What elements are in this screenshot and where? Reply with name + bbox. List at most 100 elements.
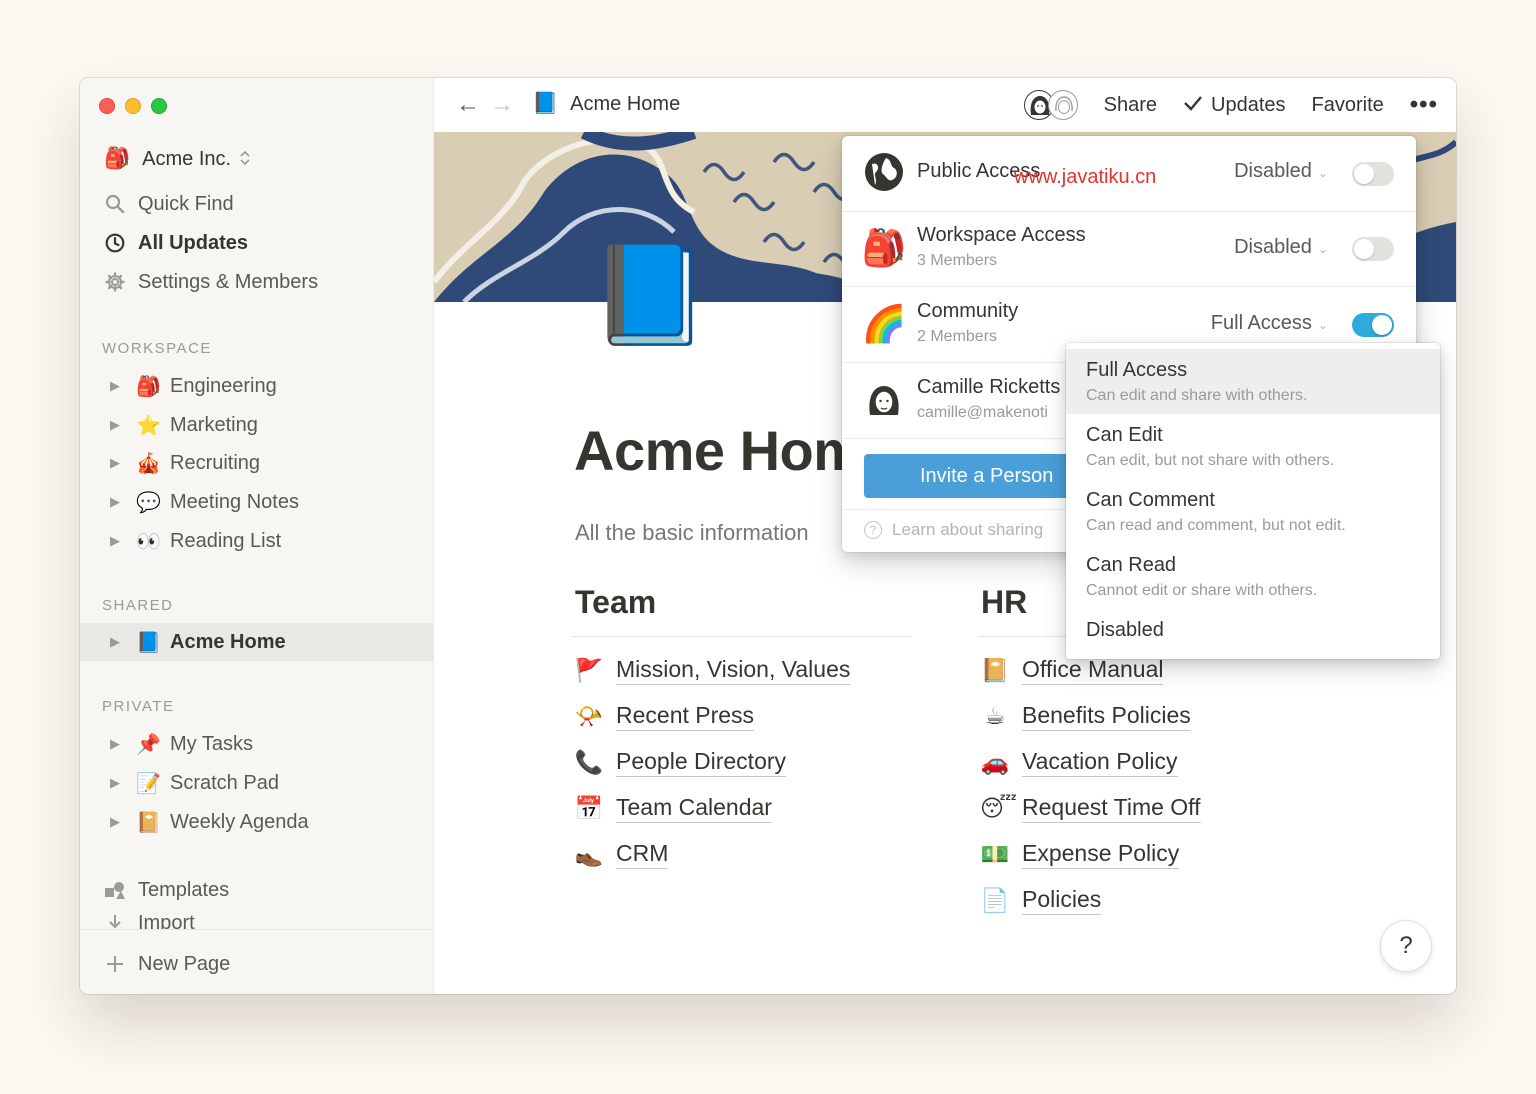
option-can-read[interactable]: Can Read Cannot edit or share with other… (1066, 544, 1440, 609)
public-access-toggle[interactable] (1352, 162, 1394, 186)
sidebar-divider (80, 929, 434, 930)
link-mission-vision-values[interactable]: 🚩 Mission, Vision, Values (574, 656, 851, 685)
link-people-directory[interactable]: 📞 People Directory (574, 748, 787, 777)
workspace-switcher[interactable]: 🎒 Acme Inc. (104, 146, 250, 172)
sidebar-item-label: My Tasks (170, 732, 253, 755)
caret-right-icon[interactable]: ▶ (110, 736, 122, 752)
option-can-comment[interactable]: Can Comment Can read and comment, but no… (1066, 479, 1440, 544)
help-button[interactable]: ? (1380, 920, 1432, 972)
gear-icon (104, 271, 126, 293)
sidebar-item-meeting-notes[interactable]: ▶ 💬 Meeting Notes (80, 483, 434, 521)
money-icon: 💵 (980, 840, 1010, 867)
sidebar-item-engineering[interactable]: ▶ 🎒 Engineering (80, 367, 434, 405)
flag-icon: 🚩 (574, 656, 604, 683)
community-toggle[interactable] (1352, 313, 1394, 337)
breadcrumb-title: Acme Home (570, 92, 681, 115)
sidebar-templates[interactable]: Templates (104, 875, 229, 905)
share-button[interactable]: Share (1104, 94, 1157, 117)
collaborator-avatars[interactable] (1023, 90, 1078, 120)
sidebar-quick-find[interactable]: Quick Find (104, 189, 234, 219)
learn-about-sharing-link[interactable]: ? Learn about sharing (864, 520, 1043, 540)
link-label: Recent Press (616, 702, 755, 731)
option-full-access[interactable]: Full Access Can edit and share with othe… (1066, 349, 1440, 414)
section-label-shared: SHARED (102, 597, 174, 614)
more-options-icon[interactable]: ••• (1410, 91, 1438, 119)
sidebar-item-acme-home[interactable]: ▶ 📘 Acme Home (80, 623, 434, 661)
page-icon[interactable]: 📘 (590, 248, 710, 344)
sidebar-item-recruiting[interactable]: ▶ 🎪 Recruiting (80, 444, 434, 482)
chevron-updown-icon (240, 150, 250, 167)
import-icon (104, 912, 126, 930)
option-title: Disabled (1086, 619, 1164, 641)
permission-dropdown[interactable]: Full Access ⌄ (1211, 312, 1328, 335)
caret-right-icon[interactable]: ▶ (110, 455, 122, 471)
sidebar-all-updates[interactable]: All Updates (104, 228, 248, 258)
link-label: Policies (1022, 886, 1102, 915)
team-divider (572, 636, 912, 637)
eyes-icon: 👀 (136, 530, 161, 553)
back-arrow-icon[interactable]: ← (456, 91, 480, 119)
sidebar-item-reading-list[interactable]: ▶ 👀 Reading List (80, 522, 434, 560)
option-description: Cannot edit or share with others. (1086, 582, 1318, 599)
memo-icon: 📝 (136, 772, 161, 795)
sidebar-item-my-tasks[interactable]: ▶ 📌 My Tasks (80, 725, 434, 763)
caret-right-icon[interactable]: ▶ (110, 634, 122, 650)
link-recent-press[interactable]: 📯 Recent Press (574, 702, 755, 731)
link-crm[interactable]: 👞 CRM (574, 840, 669, 869)
new-page-button[interactable]: New Page (104, 949, 230, 979)
caret-right-icon[interactable]: ▶ (110, 814, 122, 830)
hr-heading[interactable]: HR (981, 584, 1027, 621)
workspace-access-toggle[interactable] (1352, 237, 1394, 261)
sidebar-settings-members[interactable]: Settings & Members (104, 267, 318, 297)
document-icon: 📄 (980, 886, 1010, 913)
caret-right-icon[interactable]: ▶ (110, 533, 122, 549)
zoom-window-button[interactable] (151, 98, 167, 114)
avatar (1047, 90, 1078, 120)
caret-right-icon[interactable]: ▶ (110, 775, 122, 791)
new-page-label: New Page (138, 952, 231, 975)
backpack-icon: 🎒 (136, 375, 161, 398)
link-team-calendar[interactable]: 📅 Team Calendar (574, 794, 772, 823)
sidebar-item-label: Settings & Members (138, 270, 319, 293)
rainbow-icon: 🌈 (861, 303, 907, 344)
sidebar-item-label: Recruiting (170, 451, 261, 474)
option-description: Can edit and share with others. (1086, 387, 1308, 404)
sidebar-import[interactable]: Import (104, 912, 195, 930)
team-heading[interactable]: Team (575, 584, 656, 621)
link-policies[interactable]: 📄 Policies (980, 886, 1102, 915)
question-icon: ? (864, 521, 882, 539)
forward-arrow-icon[interactable]: → (490, 91, 514, 119)
breadcrumb[interactable]: 📘 Acme Home (532, 92, 680, 116)
caret-right-icon[interactable]: ▶ (110, 494, 122, 510)
link-vacation-policy[interactable]: 🚗 Vacation Policy (980, 748, 1178, 777)
option-disabled[interactable]: Disabled (1066, 609, 1440, 653)
link-label: Office Manual (1022, 656, 1164, 685)
backpack-icon: 🎒 (861, 227, 907, 268)
sidebar-item-label: Marketing (170, 413, 258, 436)
notebook-icon: 📔 (136, 811, 161, 834)
updates-button[interactable]: Updates (1183, 94, 1286, 117)
sidebar-item-weekly-agenda[interactable]: ▶ 📔 Weekly Agenda (80, 803, 434, 841)
sidebar-item-label: Reading List (170, 529, 282, 552)
favorite-button[interactable]: Favorite (1312, 94, 1384, 117)
page-description[interactable]: All the basic information (575, 520, 809, 546)
link-office-manual[interactable]: 📔 Office Manual (980, 656, 1164, 685)
minimize-window-button[interactable] (125, 98, 141, 114)
sidebar-item-scratch-pad[interactable]: ▶ 📝 Scratch Pad (80, 764, 434, 802)
close-window-button[interactable] (99, 98, 115, 114)
link-expense-policy[interactable]: 💵 Expense Policy (980, 840, 1180, 869)
share-row-subtitle: 3 Members (917, 252, 998, 269)
option-can-edit[interactable]: Can Edit Can edit, but not share with ot… (1066, 414, 1440, 479)
link-benefits-policies[interactable]: ☕ Benefits Policies (980, 702, 1191, 731)
topbar: ← → 📘 Acme Home Share Updates Favorite •… (434, 78, 1456, 132)
caret-right-icon[interactable]: ▶ (110, 417, 122, 433)
link-request-time-off[interactable]: 😴 Request Time Off (980, 794, 1201, 823)
permission-dropdown[interactable]: Disabled ⌄ (1234, 236, 1328, 259)
clock-icon (104, 232, 126, 254)
sidebar-item-marketing[interactable]: ▶ ⭐ Marketing (80, 406, 434, 444)
option-title: Can Read (1086, 554, 1177, 576)
calendar-icon: 📅 (574, 794, 604, 821)
caret-right-icon[interactable]: ▶ (110, 378, 122, 394)
globe-icon (864, 152, 904, 192)
permission-dropdown[interactable]: Disabled ⌄ (1234, 160, 1328, 183)
